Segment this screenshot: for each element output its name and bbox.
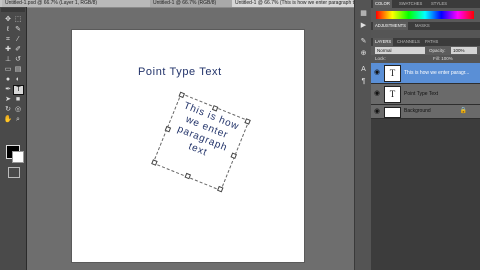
zoom-tool-icon[interactable]: ⌕ [13,115,23,124]
document-tab[interactable]: Untitled-1 @ 66.7% (RGB/8) [150,0,236,7]
type-layer-thumbnail: T [384,65,401,82]
visibility-eye-icon[interactable]: ◉ [373,69,381,77]
layer-row[interactable]: ◉ T This is how we enter paragr... [371,63,480,84]
tab-masks[interactable]: MASKS [413,22,432,30]
tab-channels[interactable]: CHANNELS [395,38,422,46]
transform-handle[interactable] [216,185,224,193]
layer-name[interactable]: Background [404,107,431,115]
shape-tool-icon[interactable]: ■ [13,95,23,104]
tab-styles[interactable]: STYLES [429,0,449,8]
dodge-tool-icon[interactable]: ◐ [13,75,23,84]
color-panel-tabs: COLOR SWATCHES STYLES [371,0,480,8]
layers-panel-tabs: LAYERS CHANNELS PATHS [371,38,480,46]
rotate-3d-tool-icon[interactable]: ↻ [3,105,13,114]
move-tool-icon[interactable]: ✥ [3,15,13,24]
opacity-label: Opacity: [429,48,446,53]
panel-grip[interactable] [1,8,25,12]
character-panel-icon[interactable]: A [359,66,368,74]
adjustments-panel-tabs: ADJUSTMENTS MASKS [371,22,480,30]
layer-name[interactable]: Point Type Text [404,90,438,98]
eraser-tool-icon[interactable]: ▭ [3,65,13,74]
lock-icon: 🔒 [459,108,467,114]
blend-mode-select[interactable]: Normal [375,47,425,54]
type-tool-icon[interactable]: T [13,85,24,95]
pen-tool-icon[interactable]: ✒ [3,85,13,94]
point-type-text[interactable]: Point Type Text [138,66,222,78]
marquee-tool-icon[interactable]: ⬚ [13,15,23,24]
lock-row: Lock: Fill: 100% [371,55,480,63]
transform-handle[interactable] [151,159,158,166]
visibility-eye-icon[interactable]: ◉ [373,108,381,116]
transform-handle[interactable] [184,172,192,180]
tools-panel: ✥ ⬚ ℓ ✎ ⌗ ⁄ ✚ ✐ ⊥ ↺ ▭ ▤ ● ◐ ✒ T ➤ ■ ↻ ◎ … [0,7,27,270]
actions-panel-icon[interactable]: ▶ [359,22,368,30]
layer-row[interactable]: ◉ T Point Type Text [371,84,480,105]
brush-tool-icon[interactable]: ✐ [13,45,23,54]
quick-mask-button[interactable] [8,167,20,178]
blend-row: Normal Opacity: 100% [371,46,480,55]
paragraph-panel-icon[interactable]: ¶ [359,78,368,86]
right-panels: COLOR SWATCHES STYLES ADJUSTMENTS MASKS … [371,0,480,270]
gradient-tool-icon[interactable]: ▤ [13,65,23,74]
layers-empty-area [371,119,480,270]
color-panel [371,8,480,22]
layer-row[interactable]: ◉ Background 🔒 [371,105,480,119]
heal-tool-icon[interactable]: ✚ [3,45,13,54]
tab-adjustments[interactable]: ADJUSTMENTS [373,22,408,30]
tab-color[interactable]: COLOR [373,0,392,8]
tab-swatches[interactable]: SWATCHES [397,0,424,8]
visibility-eye-icon[interactable]: ◉ [373,90,381,98]
hand-tool-icon[interactable]: ✋ [3,115,13,124]
tab-layers[interactable]: LAYERS [373,38,394,46]
document-tab-strip: Untitled-1.psd @ 66.7% (Layer 1, RGB/8) … [0,0,358,8]
eyedropper-tool-icon[interactable]: ⁄ [13,35,23,44]
history-panel-icon[interactable]: ▦ [359,10,368,18]
background-layer-thumbnail [384,107,401,118]
adjustments-panel [371,30,480,38]
lasso-tool-icon[interactable]: ℓ [3,25,13,34]
fill-label[interactable]: Fill: 100% [433,55,453,63]
camera-3d-tool-icon[interactable]: ◎ [13,105,23,114]
path-select-tool-icon[interactable]: ➤ [3,95,13,104]
collapsed-panel-strip: ▦ ▶ ✎ ⊕ A ¶ [354,0,372,270]
clone-source-panel-icon[interactable]: ⊕ [359,50,368,58]
layer-name[interactable]: This is how we enter paragr... [404,69,469,77]
brushes-panel-icon[interactable]: ✎ [359,38,368,46]
blur-tool-icon[interactable]: ● [3,75,13,84]
color-spectrum[interactable] [376,11,474,19]
stamp-tool-icon[interactable]: ⊥ [3,55,13,64]
paragraph-text-box[interactable]: This is how we enter paragraph text [151,91,251,193]
history-brush-tool-icon[interactable]: ↺ [13,55,23,64]
quick-select-tool-icon[interactable]: ✎ [13,25,23,34]
document-canvas[interactable]: Point Type Text This is how we enter par… [72,30,304,262]
document-tab-active[interactable]: Untitled-1 @ 66.7% (This is how we enter… [232,0,358,7]
document-tab[interactable]: Untitled-1.psd @ 66.7% (Layer 1, RGB/8) [2,0,152,7]
crop-tool-icon[interactable]: ⌗ [3,35,13,44]
type-layer-thumbnail: T [384,86,401,103]
lock-label: Lock: [375,56,386,61]
background-color-swatch[interactable] [12,151,24,163]
tab-paths[interactable]: PATHS [423,38,440,46]
opacity-field[interactable]: 100% [451,47,477,54]
